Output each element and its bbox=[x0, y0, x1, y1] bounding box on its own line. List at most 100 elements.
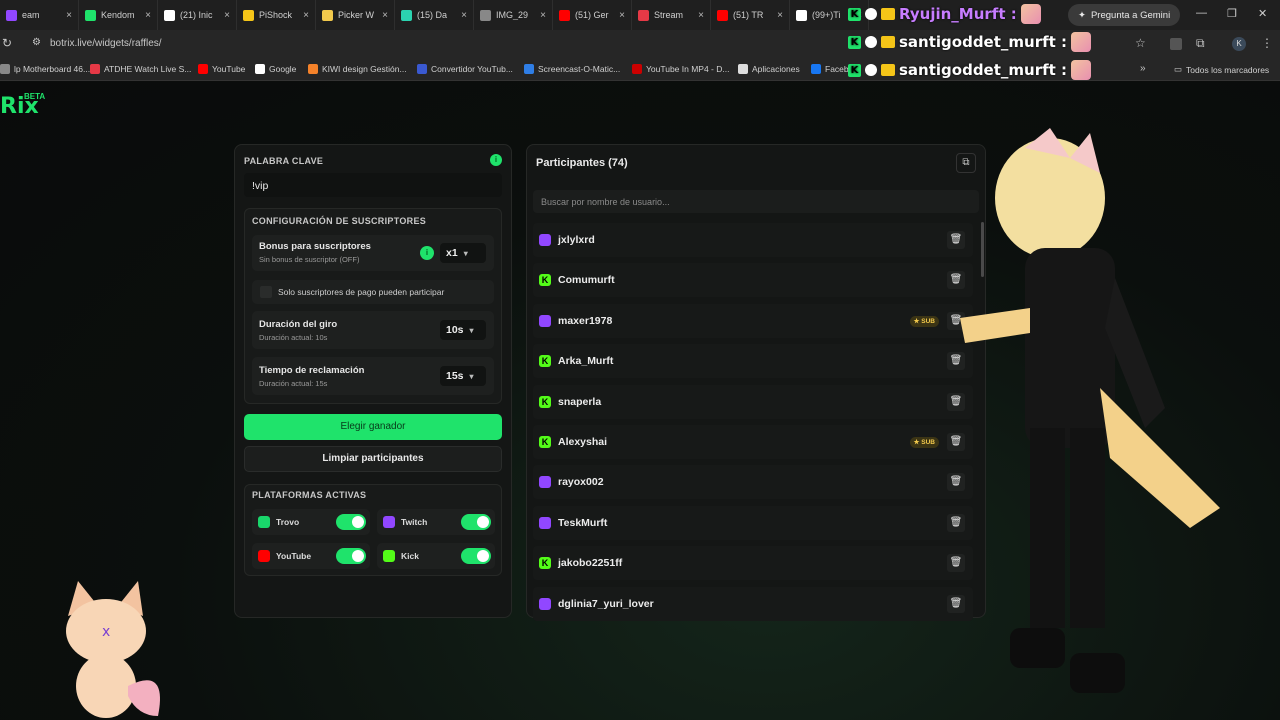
bookmark-item[interactable]: lp Motherboard 46... bbox=[0, 64, 90, 74]
extension-icon[interactable] bbox=[1170, 38, 1182, 50]
twitch-icon bbox=[539, 476, 551, 489]
bookmark-label: YouTube bbox=[212, 64, 246, 74]
platform-twitch: Twitch bbox=[377, 509, 495, 535]
tab-close-icon[interactable]: × bbox=[540, 10, 546, 21]
profile-avatar[interactable]: K bbox=[1232, 37, 1246, 51]
url-field[interactable]: botrix.live/widgets/raffles/ bbox=[50, 38, 162, 49]
bookmark-favicon-icon bbox=[90, 64, 100, 74]
clear-participants-button[interactable]: Limpiar participantes bbox=[244, 446, 502, 472]
tab-label: Picker W bbox=[338, 10, 374, 20]
spin-duration-row: Duración del giro Duración actual: 10s 1… bbox=[252, 311, 494, 349]
bookmark-favicon-icon bbox=[811, 64, 821, 74]
bookmark-label: YouTube In MP4 - D... bbox=[646, 64, 730, 74]
browser-tab[interactable]: Kendom × bbox=[79, 0, 158, 30]
chevron-down-icon: ▾ bbox=[469, 371, 474, 381]
platform-toggle[interactable] bbox=[461, 548, 491, 564]
puzzle-icon[interactable]: ⧉ bbox=[1196, 36, 1205, 51]
participant-row: TeskMurft 🗑 bbox=[533, 505, 973, 540]
bookmark-item[interactable]: YouTube In MP4 - D... bbox=[632, 64, 729, 74]
tab-label: (51) TR bbox=[733, 10, 764, 20]
tab-favicon-icon bbox=[638, 9, 649, 21]
browser-tab[interactable]: IMG_29 × bbox=[474, 0, 553, 30]
emote-icon bbox=[1020, 4, 1041, 24]
tab-close-icon[interactable]: × bbox=[66, 10, 72, 21]
bookmark-item[interactable]: Aplicaciones bbox=[738, 64, 800, 74]
tab-favicon-icon bbox=[559, 9, 570, 21]
tab-close-icon[interactable]: × bbox=[303, 10, 309, 21]
platform-toggle[interactable] bbox=[336, 514, 366, 530]
keyword-input[interactable]: !vip bbox=[244, 173, 502, 197]
twitch-icon bbox=[383, 516, 395, 528]
participant-row: dglinia7_yuri_lover 🗑 bbox=[533, 586, 973, 621]
kick-badge-icon: K bbox=[848, 35, 861, 49]
bookmark-item[interactable]: ATDHE Watch Live S... bbox=[90, 64, 191, 74]
browser-tab[interactable]: PiShock × bbox=[237, 0, 316, 30]
twitch-icon bbox=[539, 314, 551, 327]
paid-only-row[interactable]: Solo suscriptores de pago pueden partici… bbox=[252, 280, 494, 304]
bonus-select[interactable]: x1 ▾ bbox=[440, 243, 486, 263]
tab-close-icon[interactable]: × bbox=[777, 10, 783, 21]
platform-toggle[interactable] bbox=[461, 514, 491, 530]
star-bookmark-icon[interactable]: ☆ bbox=[1135, 36, 1146, 50]
bookmark-item[interactable]: Screencast-O-Matic... bbox=[524, 64, 620, 74]
bookmark-item[interactable]: YouTube bbox=[198, 64, 245, 74]
bookmark-item[interactable]: Google bbox=[255, 64, 296, 74]
spin-subtitle: Duración actual: 10s bbox=[259, 333, 328, 342]
menu-icon[interactable]: ⋮ bbox=[1261, 36, 1273, 50]
tab-close-icon[interactable]: × bbox=[382, 10, 388, 21]
participant-row: K Arka_Murft 🗑 bbox=[533, 344, 973, 379]
close-window-icon[interactable]: ✕ bbox=[1258, 7, 1267, 20]
gemini-button[interactable]: ✦ Pregunta a Gemini bbox=[1068, 4, 1181, 26]
all-bookmarks[interactable]: ▭ Todos los marcadores bbox=[1174, 64, 1269, 75]
browser-tab[interactable]: (21) Inic × bbox=[158, 0, 237, 30]
claim-time-select[interactable]: 15s ▾ bbox=[440, 366, 486, 386]
pick-winner-button[interactable]: Elegir ganador bbox=[244, 414, 502, 440]
more-bookmarks-icon[interactable]: » bbox=[1140, 63, 1146, 74]
bonus-title: Bonus para suscriptores bbox=[259, 241, 371, 252]
bookmark-label: Convertidor YouTub... bbox=[431, 64, 513, 74]
maximize-icon[interactable]: ❐ bbox=[1227, 7, 1237, 20]
trovo-icon bbox=[258, 516, 270, 528]
browser-tab[interactable]: (51) TR × bbox=[711, 0, 790, 30]
platform-name: Trovo bbox=[276, 517, 300, 527]
bookmark-label: Faceb bbox=[825, 64, 849, 74]
reload-icon[interactable]: ↻ bbox=[2, 36, 12, 50]
search-input[interactable]: Buscar por nombre de usuario... bbox=[533, 190, 979, 213]
browser-tab[interactable]: eam × bbox=[0, 0, 79, 30]
tab-close-icon[interactable]: × bbox=[461, 10, 467, 21]
tab-close-icon[interactable]: × bbox=[224, 10, 230, 21]
participant-name: jxlylxrd bbox=[558, 234, 595, 246]
bookmark-item[interactable]: KIWI design Gestión... bbox=[308, 64, 407, 74]
chevron-down-icon: ▾ bbox=[469, 325, 474, 335]
minimize-icon[interactable]: — bbox=[1196, 7, 1207, 19]
info-icon[interactable]: i bbox=[490, 154, 502, 166]
browser-tab[interactable]: (15) Da × bbox=[395, 0, 474, 30]
claim-subtitle: Duración actual: 15s bbox=[259, 379, 328, 388]
tab-favicon-icon bbox=[164, 9, 175, 21]
bonus-info-icon[interactable]: i bbox=[420, 246, 434, 260]
kick-icon bbox=[383, 550, 395, 562]
participant-name: Comumurft bbox=[558, 274, 615, 287]
bookmark-item[interactable]: Convertidor YouTub... bbox=[417, 64, 513, 74]
participant-row: maxer1978 ★ SUB 🗑 bbox=[533, 303, 973, 338]
bookmark-favicon-icon bbox=[417, 64, 427, 74]
kick-icon: K bbox=[539, 274, 551, 287]
chat-username: santigoddet_murft : bbox=[899, 33, 1068, 51]
browser-tab[interactable]: Picker W × bbox=[316, 0, 395, 30]
browser-tab[interactable]: Stream × bbox=[632, 0, 711, 30]
platform-name: Kick bbox=[401, 551, 419, 561]
tab-label: IMG_29 bbox=[496, 10, 529, 20]
spin-duration-select[interactable]: 10s ▾ bbox=[440, 320, 486, 340]
browser-tab[interactable]: (51) Ger × bbox=[553, 0, 632, 30]
tab-close-icon[interactable]: × bbox=[619, 10, 625, 21]
paid-only-checkbox[interactable] bbox=[260, 286, 272, 298]
bookmark-favicon-icon bbox=[738, 64, 748, 74]
sparkle-icon: ✦ bbox=[1078, 9, 1086, 21]
tab-close-icon[interactable]: × bbox=[145, 10, 151, 21]
tab-close-icon[interactable]: × bbox=[698, 10, 704, 21]
chat-message: Ksantigoddet_murft : bbox=[848, 60, 1092, 80]
platform-toggle[interactable] bbox=[336, 548, 366, 564]
bookmark-item[interactable]: Faceb bbox=[811, 64, 849, 74]
beta-badge: BETA bbox=[24, 92, 46, 101]
site-info-icon[interactable]: ⚙ bbox=[32, 37, 41, 48]
